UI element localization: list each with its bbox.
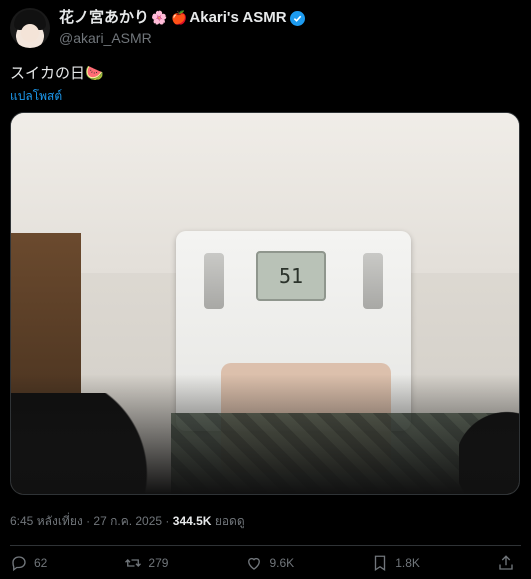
photo-shadow xyxy=(11,374,519,494)
share-button[interactable] xyxy=(497,554,521,572)
display-name[interactable]: 花ノ宮あかり xyxy=(59,9,149,27)
repost-icon xyxy=(125,559,142,567)
scale-right-pad xyxy=(363,253,383,309)
reply-icon xyxy=(12,556,26,572)
repost-count: 279 xyxy=(148,556,169,570)
apple-emoji-icon: 🍎 xyxy=(171,10,188,25)
tweet-header: 花ノ宮あかり 🌸 🍎 Akari's ASMR @akari_ASMR xyxy=(10,8,305,48)
avatar-face xyxy=(21,24,39,42)
bookmark-button[interactable]: 1.8K xyxy=(371,554,420,572)
reply-button[interactable]: 62 xyxy=(10,554,47,572)
display-name-suffix[interactable]: Akari's ASMR xyxy=(189,9,286,27)
scale-left-pad xyxy=(204,253,224,309)
tweet-time[interactable]: 6:45 หลังเที่ยง xyxy=(10,514,83,528)
tweet-meta: 6:45 หลังเที่ยง · 27 ก.ค. 2025 · 344.5K … xyxy=(10,512,245,531)
scale-display: 51 xyxy=(256,251,326,301)
reply-count: 62 xyxy=(34,556,48,570)
avatar[interactable] xyxy=(10,8,50,48)
view-count[interactable]: 344.5K xyxy=(173,514,212,528)
divider xyxy=(10,545,521,546)
author-names: 花ノ宮あかり 🌸 🍎 Akari's ASMR @akari_ASMR xyxy=(59,8,305,46)
tweet-date[interactable]: 27 ก.ค. 2025 xyxy=(93,514,162,528)
scale-reading: 51 xyxy=(278,264,304,288)
views-label: ยอดดู xyxy=(214,514,245,528)
translate-link[interactable]: แปลโพสต์ xyxy=(10,87,62,106)
meta-separator: · xyxy=(165,514,173,528)
bookmark-count: 1.8K xyxy=(395,556,420,570)
like-button[interactable]: 9.6K xyxy=(245,554,294,572)
bookmark-icon xyxy=(375,555,386,572)
share-icon xyxy=(499,555,513,570)
like-count: 9.6K xyxy=(269,556,295,570)
action-bar: 62 279 9.6K 1.8K xyxy=(10,554,521,572)
author-handle[interactable]: @akari_ASMR xyxy=(59,30,305,46)
repost-button[interactable]: 279 xyxy=(124,554,168,572)
flower-emoji-icon: 🌸 xyxy=(151,10,168,25)
checkmark-icon xyxy=(293,15,301,22)
tweet-text: スイカの日🍉 xyxy=(10,65,104,82)
heart-icon xyxy=(248,557,261,570)
display-name-row[interactable]: 花ノ宮あかり 🌸 🍎 Akari's ASMR xyxy=(59,9,305,27)
verified-badge-icon[interactable] xyxy=(289,10,305,26)
tweet-photo[interactable]: 51 xyxy=(10,112,520,495)
